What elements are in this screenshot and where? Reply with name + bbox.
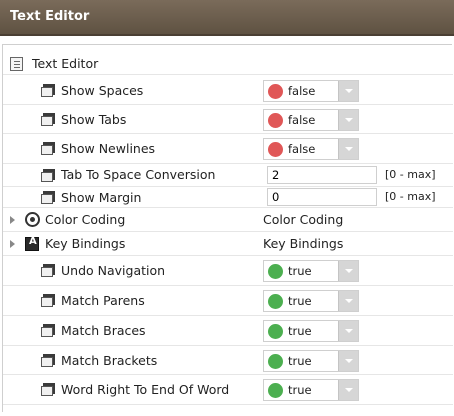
property-label: Key Bindings: [45, 236, 126, 251]
select-value: true: [288, 324, 312, 338]
expand-arrow-icon[interactable]: [10, 216, 15, 224]
property-icon: [41, 264, 57, 277]
true-status-icon: [268, 324, 283, 339]
keyboard-icon: [25, 236, 39, 251]
property-label: Match Braces: [61, 323, 146, 338]
show-margin-input[interactable]: [267, 188, 377, 206]
select-value: false: [288, 142, 316, 156]
property-icon: [41, 84, 57, 97]
tab-to-space-input[interactable]: [267, 166, 377, 184]
false-status-icon: [268, 84, 283, 99]
chevron-down-icon[interactable]: [338, 380, 358, 400]
show-newlines-select[interactable]: false: [263, 138, 359, 160]
match-braces-select[interactable]: true: [263, 320, 359, 342]
folder-value: Key Bindings: [263, 236, 344, 251]
true-status-icon: [268, 383, 283, 398]
window-title: Text Editor: [10, 9, 90, 24]
property-label: Show Tabs: [61, 112, 127, 127]
select-value: false: [288, 113, 316, 127]
true-status-icon: [268, 354, 283, 369]
property-label: Match Brackets: [61, 353, 158, 368]
select-value: false: [288, 84, 316, 98]
window-title-bar: Text Editor: [0, 0, 454, 36]
false-status-icon: [268, 113, 283, 128]
property-icon: [41, 354, 57, 367]
chevron-down-icon[interactable]: [338, 291, 358, 311]
property-label: Show Newlines: [61, 141, 156, 156]
chevron-down-icon[interactable]: [338, 261, 358, 281]
show-spaces-select[interactable]: false: [263, 80, 359, 102]
property-label: Show Spaces: [61, 83, 144, 98]
property-icon: [41, 294, 57, 307]
chevron-down-icon[interactable]: [338, 351, 358, 371]
property-row-undo-navigation: Undo Navigation true: [3, 256, 453, 286]
property-row-color-coding[interactable]: Color Coding Color Coding: [3, 208, 453, 232]
property-icon: [41, 324, 57, 337]
select-value: true: [288, 264, 312, 278]
folder-value: Color Coding: [263, 212, 344, 227]
property-label: Word Right To End Of Word: [61, 382, 230, 397]
property-icon: [41, 142, 57, 155]
select-value: true: [288, 383, 312, 397]
property-icon: [41, 113, 57, 126]
tree-root-row[interactable]: Text Editor: [3, 53, 453, 75]
property-row-key-bindings[interactable]: Key Bindings Key Bindings: [3, 232, 453, 256]
property-label: Show Margin: [61, 190, 142, 205]
property-label: Undo Navigation: [61, 263, 166, 278]
property-icon: [41, 383, 57, 396]
chevron-down-icon[interactable]: [338, 81, 358, 101]
property-row-word-right: Word Right To End Of Word true: [3, 375, 453, 405]
chevron-down-icon[interactable]: [338, 110, 358, 130]
property-label: Color Coding: [45, 212, 126, 227]
property-row-tab-to-space: Tab To Space Conversion [0 - max]: [3, 164, 453, 187]
word-right-select[interactable]: true: [263, 379, 359, 401]
palette-icon: [25, 212, 40, 227]
range-hint: [0 - max]: [385, 168, 436, 181]
property-label: Tab To Space Conversion: [61, 167, 216, 182]
true-status-icon: [268, 264, 283, 279]
undo-navigation-select[interactable]: true: [263, 260, 359, 282]
property-row-match-parens: Match Parens true: [3, 286, 453, 316]
property-row-show-tabs: Show Tabs false: [3, 105, 453, 134]
document-icon: [10, 57, 23, 71]
false-status-icon: [268, 142, 283, 157]
match-brackets-select[interactable]: true: [263, 350, 359, 372]
property-sheet: Text Editor Show Spaces false Show Tabs …: [2, 44, 453, 412]
range-hint: [0 - max]: [385, 190, 436, 203]
chevron-down-icon[interactable]: [338, 321, 358, 341]
property-row-show-margin: Show Margin [0 - max]: [3, 187, 453, 208]
select-value: true: [288, 294, 312, 308]
match-parens-select[interactable]: true: [263, 290, 359, 312]
property-row-match-brackets: Match Brackets true: [3, 346, 453, 375]
property-row-match-braces: Match Braces true: [3, 316, 453, 346]
expand-arrow-icon[interactable]: [10, 240, 15, 248]
select-value: true: [288, 354, 312, 368]
property-row-show-newlines: Show Newlines false: [3, 134, 453, 164]
true-status-icon: [268, 294, 283, 309]
property-icon: [41, 169, 57, 182]
tree-root-label: Text Editor: [32, 56, 99, 71]
property-label: Match Parens: [61, 293, 145, 308]
show-tabs-select[interactable]: false: [263, 109, 359, 131]
chevron-down-icon[interactable]: [338, 139, 358, 159]
property-row-show-spaces: Show Spaces false: [3, 76, 453, 105]
property-icon: [41, 191, 57, 204]
